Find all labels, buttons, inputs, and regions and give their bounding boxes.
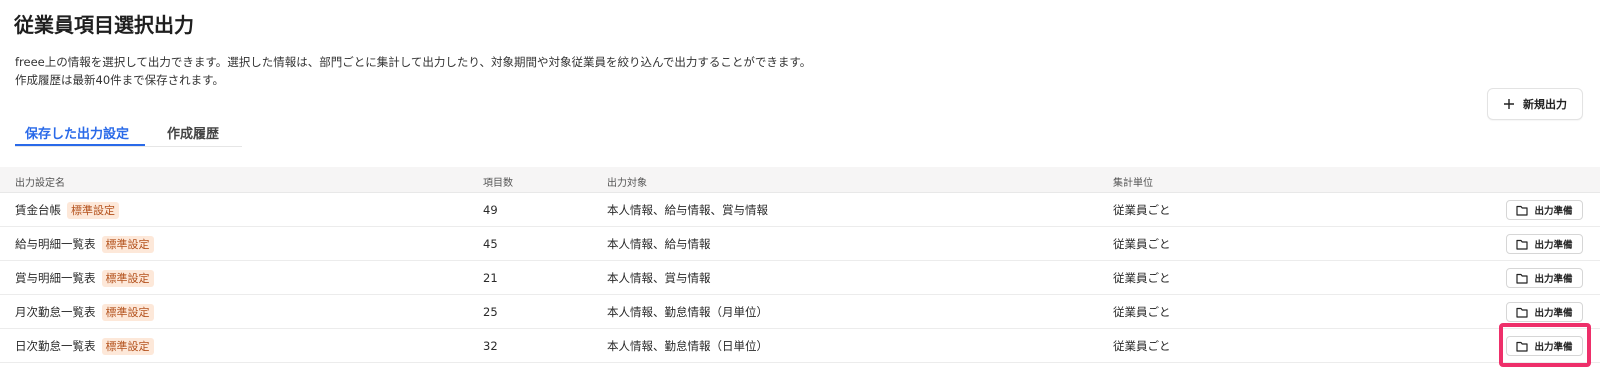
- prepare-output-label: 出力準備: [1534, 240, 1573, 251]
- tab-saved-settings[interactable]: 保存した出力設定: [15, 116, 145, 146]
- prepare-output-label: 出力準備: [1534, 342, 1573, 353]
- output-settings-table: 出力設定名 項目数 出力対象 集計単位 賃金台帳 標準設定 49 本人情報、給与…: [0, 167, 1600, 363]
- item-count: 49: [483, 203, 498, 217]
- folder-icon: [1516, 307, 1529, 318]
- table-row: 賞与明細一覧表 標準設定 21 本人情報、賞与情報 従業員ごと 出力準備: [0, 261, 1600, 295]
- table-header: 出力設定名 項目数 出力対象 集計単位: [0, 167, 1600, 193]
- page-title: 従業員項目選択出力: [14, 13, 194, 37]
- header-count: 項目数: [483, 178, 513, 189]
- folder-icon: [1516, 205, 1529, 216]
- setting-name[interactable]: 賞与明細一覧表: [15, 270, 96, 286]
- setting-name[interactable]: 月次勤怠一覧表: [15, 304, 96, 320]
- standard-badge: 標準設定: [101, 269, 154, 287]
- folder-icon: [1516, 273, 1529, 284]
- output-target: 本人情報、賞与情報: [607, 271, 711, 285]
- output-target: 本人情報、勤怠情報（月単位）: [607, 305, 768, 319]
- table-row: 月次勤怠一覧表 標準設定 25 本人情報、勤怠情報（月単位） 従業員ごと 出力準…: [0, 295, 1600, 329]
- standard-badge: 標準設定: [67, 201, 119, 219]
- prepare-output-button[interactable]: 出力準備: [1506, 234, 1583, 254]
- prepare-output-button[interactable]: 出力準備: [1506, 336, 1583, 356]
- description-line-1: freee上の情報を選択して出力できます。選択した情報は、部門ごとに集計して出力…: [15, 55, 812, 69]
- item-count: 21: [483, 271, 498, 285]
- header-name: 出力設定名: [15, 178, 65, 189]
- table-row: 賃金台帳 標準設定 49 本人情報、給与情報、賞与情報 従業員ごと 出力準備: [0, 193, 1600, 227]
- page: 従業員項目選択出力 freee上の情報を選択して出力できます。選択した情報は、部…: [0, 0, 1600, 392]
- setting-name[interactable]: 賃金台帳: [15, 202, 61, 218]
- item-count: 32: [483, 339, 498, 353]
- aggregation-unit: 従業員ごと: [1113, 305, 1171, 319]
- folder-icon: [1516, 239, 1529, 250]
- aggregation-unit: 従業員ごと: [1113, 271, 1171, 285]
- standard-badge: 標準設定: [101, 303, 154, 321]
- output-target: 本人情報、勤怠情報（日単位）: [607, 339, 768, 353]
- item-count: 25: [483, 305, 498, 319]
- plus-icon: [1504, 99, 1514, 109]
- prepare-output-label: 出力準備: [1534, 206, 1573, 217]
- new-output-label: 新規出力: [1523, 98, 1567, 111]
- new-output-button[interactable]: 新規出力: [1487, 88, 1583, 120]
- page-description: freee上の情報を選択して出力できます。選択した情報は、部門ごとに集計して出力…: [15, 53, 811, 89]
- standard-badge: 標準設定: [101, 235, 154, 253]
- prepare-output-button[interactable]: 出力準備: [1506, 268, 1583, 288]
- aggregation-unit: 従業員ごと: [1113, 339, 1171, 353]
- table-row: 給与明細一覧表 標準設定 45 本人情報、給与情報 従業員ごと 出力準備: [0, 227, 1600, 261]
- setting-name[interactable]: 日次勤怠一覧表: [15, 338, 96, 354]
- aggregation-unit: 従業員ごと: [1113, 203, 1171, 217]
- standard-badge: 標準設定: [101, 337, 154, 355]
- table-row: 日次勤怠一覧表 標準設定 32 本人情報、勤怠情報（日単位） 従業員ごと 出力準…: [0, 329, 1600, 363]
- prepare-output-button[interactable]: 出力準備: [1506, 302, 1583, 322]
- header-unit: 集計単位: [1113, 178, 1153, 189]
- prepare-output-label: 出力準備: [1534, 308, 1573, 319]
- description-line-2: 作成履歴は最新40件まで保存されます。: [15, 73, 224, 87]
- prepare-output-label: 出力準備: [1534, 274, 1573, 285]
- tab-bar: 保存した出力設定 作成履歴: [15, 116, 242, 147]
- prepare-output-button[interactable]: 出力準備: [1506, 200, 1583, 220]
- output-target: 本人情報、給与情報: [607, 237, 711, 251]
- folder-icon: [1516, 341, 1529, 352]
- tab-history[interactable]: 作成履歴: [157, 116, 229, 146]
- aggregation-unit: 従業員ごと: [1113, 237, 1171, 251]
- header-target: 出力対象: [607, 178, 647, 189]
- output-target: 本人情報、給与情報、賞与情報: [607, 203, 768, 217]
- setting-name[interactable]: 給与明細一覧表: [15, 236, 96, 252]
- item-count: 45: [483, 237, 498, 251]
